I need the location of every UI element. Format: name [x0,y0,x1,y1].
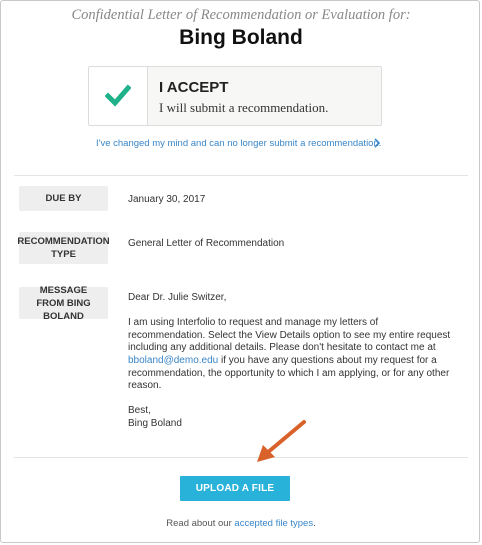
accepted-file-types-link[interactable]: accepted file types [234,518,313,529]
recommendation-type-label: RECOMMENDATION TYPE [17,232,110,264]
recommendation-type-value: General Letter of Recommendation [128,238,285,249]
footer-note: Read about our accepted file types. [0,518,482,529]
message-label: MESSAGE FROM BING BOLAND [19,285,108,322]
applicant-name: Bing Boland [179,26,303,49]
message-closing: Best, [128,405,151,417]
message-greeting: Dear Dr. Julie Switzer, [128,292,227,303]
message-body: Dear Dr. Julie Switzer, I am using Inter… [128,292,458,431]
message-paragraph: I am using Interfolio to request and man… [128,317,458,393]
decline-link[interactable]: I've changed my mind and can no longer s… [96,138,381,149]
decline-link-text: I've changed my mind and can no longer s… [96,138,382,149]
due-by-label: DUE BY [19,186,108,211]
accept-text: I will submit a recommendation. [159,100,329,115]
upload-file-button[interactable]: UPLOAD A FILE [180,476,290,501]
accept-check-area [89,67,148,125]
email-link[interactable]: bboland@demo.edu [128,355,218,366]
footer-text: Read about our [166,518,232,529]
accept-title: I ACCEPT [159,79,229,96]
footer-period: . [313,518,316,529]
checkmark-icon [105,84,131,107]
arrow-annotation-icon [257,420,306,462]
message-text-before: I am using Interfolio to request and man… [128,317,451,354]
divider [14,175,468,176]
chevron-right-icon [374,138,381,148]
divider [14,457,468,458]
accept-card[interactable]: I ACCEPT I will submit a recommendation. [88,66,382,126]
page-subtitle: Confidential Letter of Recommendation or… [71,7,411,23]
due-by-value: January 30, 2017 [128,194,206,205]
